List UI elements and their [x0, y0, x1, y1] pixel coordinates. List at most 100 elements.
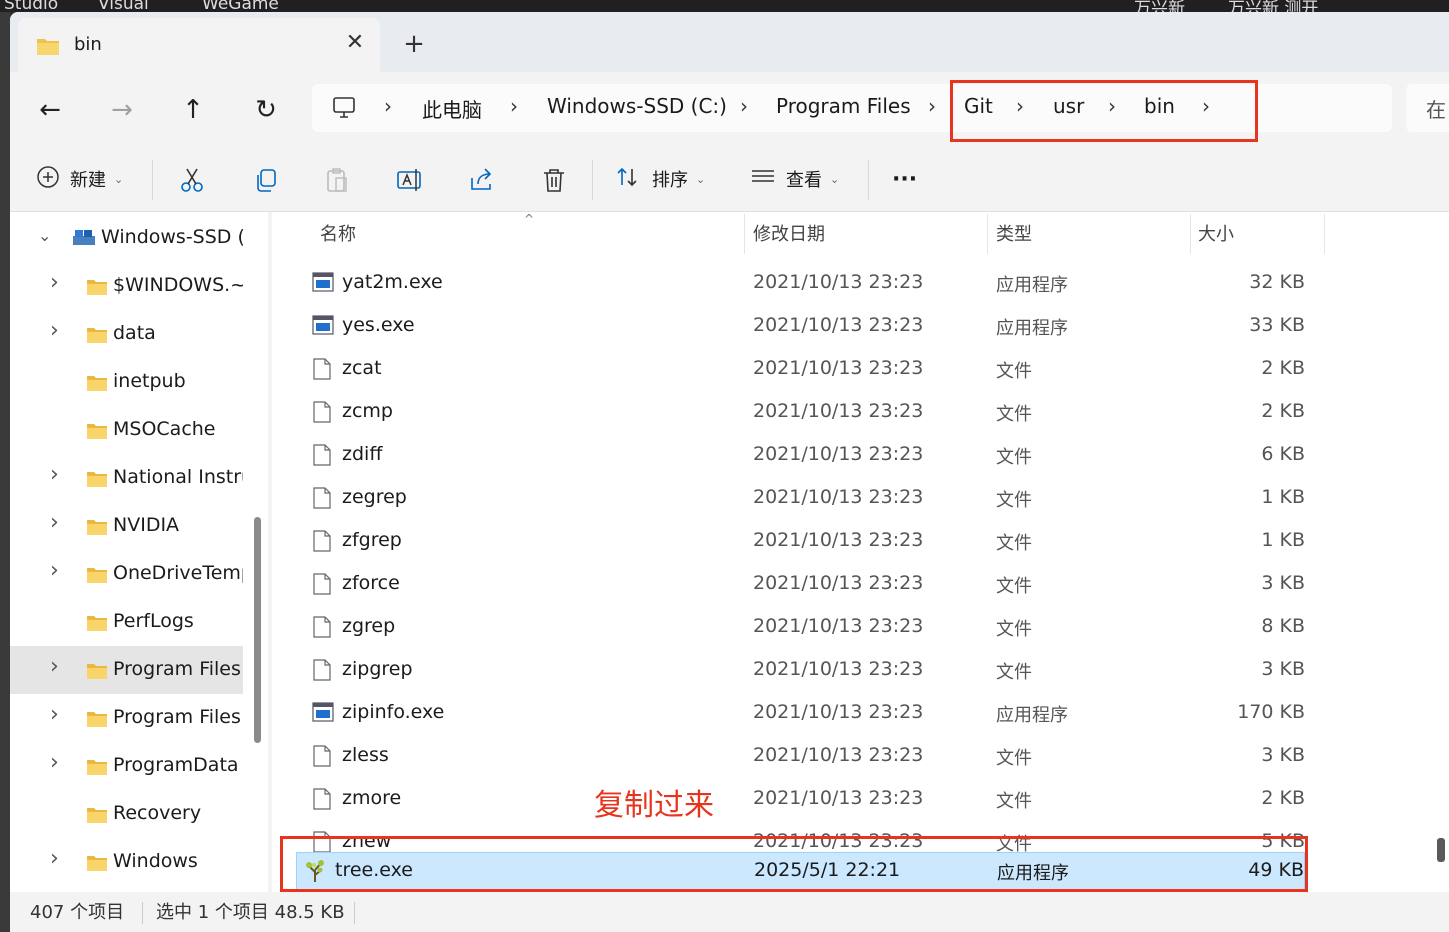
sidebar-item-label: Windows — [113, 850, 198, 872]
chevron-right-icon[interactable]: › — [50, 318, 59, 343]
file-row[interactable]: zipgrep 2021/10/13 23:23 文件 3 KB — [300, 649, 1305, 692]
breadcrumb-this-pc[interactable]: 此电脑 — [422, 94, 482, 123]
more-options-button[interactable]: ··· — [892, 164, 917, 194]
delete-icon[interactable] — [540, 166, 570, 196]
column-divider[interactable] — [1190, 214, 1191, 254]
sidebar-item-label: Recovery — [113, 802, 202, 824]
sidebar-item-folder[interactable]: › OneDriveTemp — [10, 550, 243, 598]
file-row[interactable]: zcat 2021/10/13 23:23 文件 2 KB — [300, 348, 1305, 391]
file-type: 文件 — [996, 662, 1032, 683]
chevron-right-icon[interactable]: › — [50, 846, 59, 871]
folder-icon — [86, 662, 108, 684]
sidebar-item-label: NVIDIA — [113, 514, 180, 536]
search-placeholder: 在 — [1426, 98, 1446, 122]
sort-button[interactable]: 排序 ⌄ — [616, 164, 705, 194]
sidebar-item-label: ProgramData — [113, 754, 239, 776]
sidebar-item-drive[interactable]: ⌄ Windows-SSD (C:) — [10, 214, 243, 262]
chevron-right-icon[interactable]: › — [50, 750, 59, 775]
chevron-right-icon[interactable]: › — [50, 510, 59, 535]
breadcrumb-drive[interactable]: Windows-SSD (C:) — [547, 94, 727, 118]
chevron-down-icon: ⌄ — [830, 172, 840, 186]
rename-icon[interactable] — [396, 166, 426, 196]
file-row[interactable]: zmore 2021/10/13 23:23 文件 2 KB — [300, 778, 1305, 821]
up-button[interactable]: ↑ — [173, 90, 213, 130]
desktop-strip: Studio Visual WeGame 万兴新 万兴新 测开 — [0, 0, 1449, 12]
sidebar-item-folder[interactable]: › data — [10, 310, 243, 358]
sidebar-item-folder[interactable]: › $WINDOWS.~BT — [10, 262, 243, 310]
sidebar-item-folder[interactable]: Recovery — [10, 790, 243, 838]
selection-info: 选中 1 个项目 48.5 KB — [156, 902, 345, 923]
sidebar-item-folder[interactable]: › Program Files — [10, 646, 243, 694]
sidebar-item-folder[interactable]: › Program Files (x86) — [10, 694, 243, 742]
file-row[interactable]: zcmp 2021/10/13 23:23 文件 2 KB — [300, 391, 1305, 434]
column-header-name[interactable]: 名称 — [320, 220, 356, 246]
close-tab-button[interactable]: ✕ — [340, 28, 370, 58]
chevron-right-icon[interactable]: › — [50, 558, 59, 583]
sidebar-item-folder[interactable]: › Windows — [10, 838, 243, 886]
sidebar-item-folder[interactable]: inetpub — [10, 358, 243, 406]
column-header-date[interactable]: 修改日期 — [753, 220, 825, 246]
folder-icon — [86, 854, 108, 876]
file-row[interactable]: yes.exe 2021/10/13 23:23 应用程序 33 KB — [300, 305, 1305, 348]
paste-icon[interactable] — [323, 166, 353, 196]
sidebar-item-label: National Instruments — [113, 466, 243, 488]
breadcrumb-chevron[interactable]: › — [928, 94, 936, 118]
back-button[interactable]: ← — [30, 90, 70, 130]
file-row[interactable]: yat2m.exe 2021/10/13 23:23 应用程序 32 KB — [300, 262, 1305, 305]
file-row[interactable]: zipinfo.exe 2021/10/13 23:23 应用程序 170 KB — [300, 692, 1305, 735]
desktop-label: Visual — [98, 0, 149, 12]
folder-icon — [86, 422, 108, 444]
file-list-scrollbar[interactable] — [1437, 838, 1445, 862]
chevron-right-icon[interactable]: › — [50, 270, 59, 295]
divider — [868, 160, 869, 200]
cut-icon[interactable] — [178, 166, 208, 196]
sidebar-item-label: Program Files (x86) — [113, 706, 243, 728]
breadcrumb-chevron[interactable]: › — [510, 94, 518, 118]
share-icon[interactable] — [468, 166, 498, 196]
search-box[interactable]: 在 — [1406, 84, 1449, 132]
desktop-label: Studio — [4, 0, 59, 12]
column-header-size[interactable]: 大小 — [1198, 220, 1234, 246]
file-date: 2021/10/13 23:23 — [753, 744, 924, 766]
forward-button[interactable]: → — [102, 90, 142, 130]
sidebar-item-folder[interactable]: MSOCache — [10, 406, 243, 454]
chevron-right-icon[interactable]: › — [50, 654, 59, 679]
file-row[interactable]: zless 2021/10/13 23:23 文件 3 KB — [300, 735, 1305, 778]
file-row[interactable]: zegrep 2021/10/13 23:23 文件 1 KB — [300, 477, 1305, 520]
chevron-right-icon[interactable]: › — [50, 702, 59, 727]
file-type: 应用程序 — [996, 705, 1068, 726]
column-divider[interactable] — [1324, 214, 1325, 254]
new-button[interactable]: 新建 ⌄ — [36, 164, 123, 194]
copy-icon[interactable] — [252, 166, 282, 196]
sidebar-scrollbar[interactable] — [254, 517, 261, 743]
application-icon — [312, 272, 334, 296]
refresh-button[interactable]: ↻ — [246, 90, 286, 130]
breadcrumb-chevron[interactable]: › — [740, 94, 748, 118]
file-type: 文件 — [996, 447, 1032, 468]
application-icon — [312, 315, 334, 339]
column-divider[interactable] — [987, 214, 988, 254]
file-row[interactable]: zgrep 2021/10/13 23:23 文件 8 KB — [300, 606, 1305, 649]
new-tab-button[interactable]: + — [396, 28, 432, 64]
file-row[interactable]: zforce 2021/10/13 23:23 文件 3 KB — [300, 563, 1305, 606]
file-row[interactable]: zdiff 2021/10/13 23:23 文件 6 KB — [300, 434, 1305, 477]
sidebar-item-label: OneDriveTemp — [113, 562, 243, 584]
folder-icon — [86, 278, 108, 300]
sidebar-item-folder[interactable]: › NVIDIA — [10, 502, 243, 550]
sidebar-item-label: data — [113, 322, 156, 344]
tab-bin[interactable]: bin ✕ — [18, 18, 380, 72]
breadcrumb-program-files[interactable]: Program Files — [776, 94, 911, 118]
column-header-type[interactable]: 类型 — [996, 220, 1032, 246]
sidebar-item-folder[interactable]: › National Instruments — [10, 454, 243, 502]
file-name: zegrep — [342, 486, 407, 508]
file-size: 2 KB — [1261, 400, 1305, 422]
sidebar-item-folder[interactable]: › ProgramData — [10, 742, 243, 790]
desktop-left-edge — [0, 12, 10, 932]
breadcrumb-chevron[interactable]: › — [384, 94, 392, 118]
column-divider[interactable] — [744, 214, 745, 254]
file-row[interactable]: zfgrep 2021/10/13 23:23 文件 1 KB — [300, 520, 1305, 563]
sidebar-item-folder[interactable]: PerfLogs — [10, 598, 243, 646]
chevron-right-icon[interactable]: › — [50, 462, 59, 487]
chevron-down-icon[interactable]: ⌄ — [38, 226, 51, 245]
view-button[interactable]: 查看 ⌄ — [750, 164, 839, 194]
